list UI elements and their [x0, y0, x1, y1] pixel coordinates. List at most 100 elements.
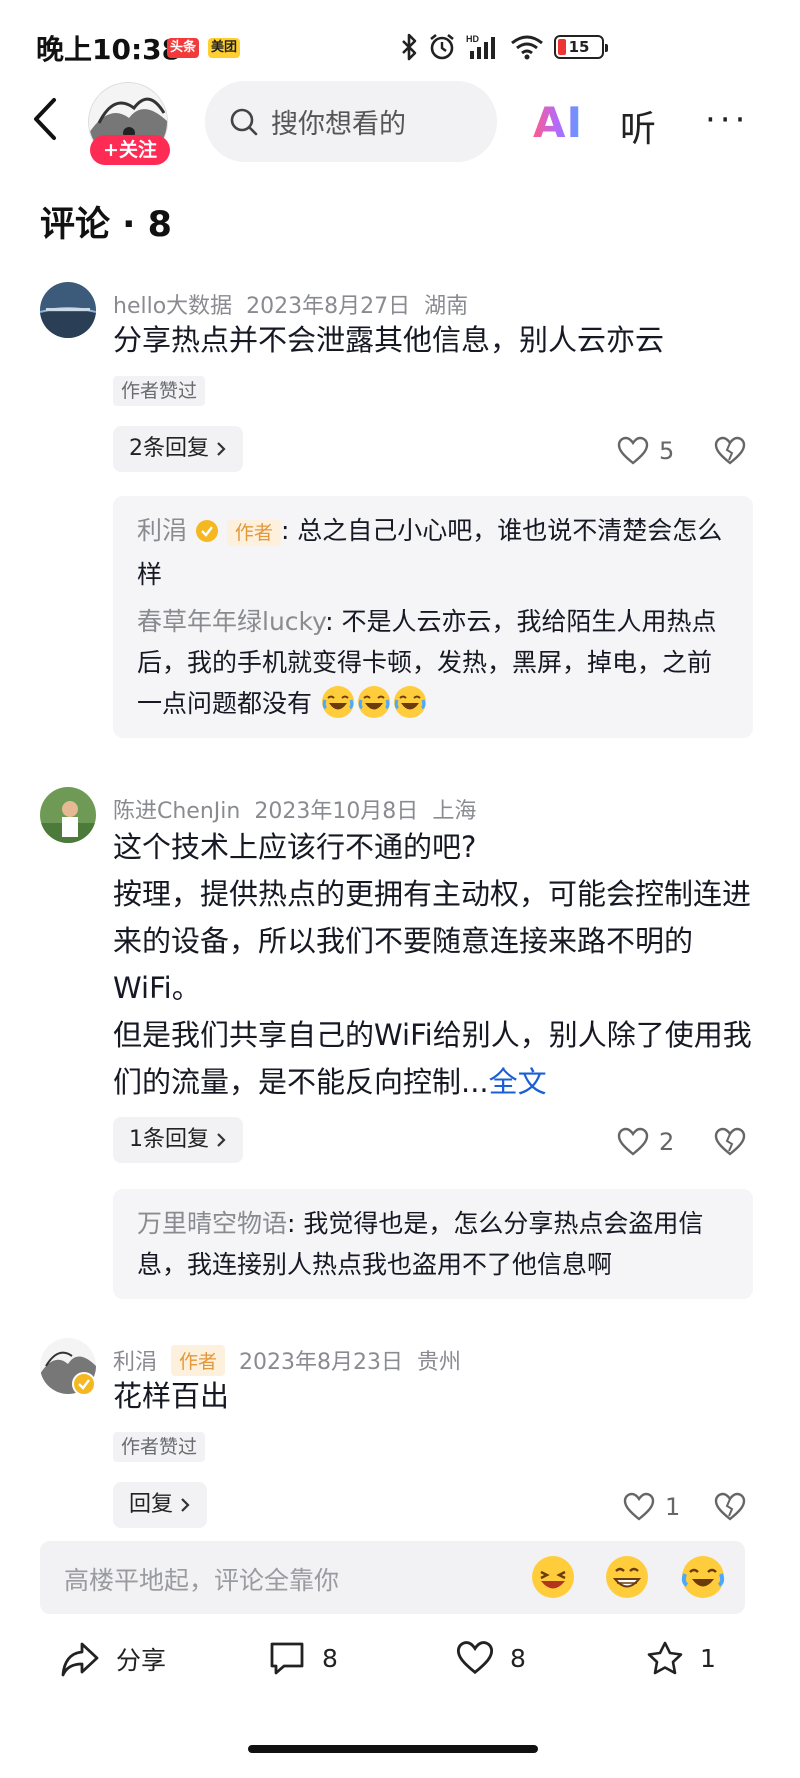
svg-text:HD: HD	[466, 34, 479, 44]
like-button[interactable]: 5	[617, 436, 674, 466]
reply-item: 利涓 作者: 总之自己小心吧，谁也说不清楚会怎么样	[137, 510, 729, 595]
comment-meta: 利涓 作者 2023年8月23日 贵州	[113, 1344, 461, 1376]
like-post-button[interactable]: 8	[456, 1640, 526, 1676]
status-bar: 晚上10:38 头条 美团 HD 15	[0, 0, 800, 90]
comment-meta: 陈进ChenJin 2023年10月8日 上海	[113, 793, 476, 825]
battery-level: 15	[568, 38, 590, 56]
like-button[interactable]: 2	[617, 1127, 674, 1157]
comment-username[interactable]: 陈进ChenJin	[113, 793, 240, 825]
comment-text[interactable]: 分享热点并不会泄露其他信息，别人云亦云	[113, 319, 753, 361]
like-button[interactable]: 1	[623, 1492, 680, 1522]
reply-button[interactable]: 回复	[113, 1482, 208, 1528]
author-tag: 作者	[226, 520, 281, 546]
reply-label: 回复	[129, 1492, 174, 1517]
author-avatar[interactable]: +关注	[88, 82, 170, 165]
comment-count: 8	[322, 1643, 338, 1673]
view-replies-label: 2条回复	[129, 436, 209, 461]
top-nav: +关注 搜你想看的 AI 听 ···	[0, 78, 800, 168]
reply-item: 春草年年绿lucky: 不是人云亦云，我给陌生人用热点后，我的手机就变得卡顿，发…	[137, 601, 729, 724]
ai-button[interactable]: AI	[533, 98, 583, 147]
comment-username[interactable]: 利涓	[113, 1344, 157, 1376]
chevron-right-icon	[217, 442, 226, 456]
author-liked-tag: 作者赞过	[113, 376, 206, 406]
back-button[interactable]	[30, 96, 70, 148]
heart-icon	[456, 1641, 494, 1675]
comment-text-line: 按理，提供热点的更拥有主动权，可能会控制连进来的设备，所以我们不要随意连接来路不…	[113, 877, 752, 1005]
bottom-action-bar: 分享 8 8 1	[0, 1630, 800, 1698]
comment-input-placeholder: 高楼平地起，评论全靠你	[64, 1566, 340, 1595]
search-placeholder: 搜你想看的	[271, 109, 406, 140]
comment-text[interactable]: 花样百出	[113, 1375, 753, 1417]
reply-author[interactable]: 春草年年绿lucky	[137, 607, 325, 636]
view-replies-label: 1条回复	[129, 1127, 209, 1152]
like-count: 1	[665, 1493, 681, 1521]
comment-icon	[270, 1642, 304, 1675]
home-indicator[interactable]	[248, 1745, 538, 1753]
share-button[interactable]: 分享	[60, 1640, 166, 1678]
like-post-count: 8	[510, 1643, 526, 1673]
dislike-button[interactable]	[714, 436, 746, 470]
reply-preview-box[interactable]: 利涓 作者: 总之自己小心吧，谁也说不清楚会怎么样 春草年年绿lucky: 不是…	[113, 496, 753, 738]
comment-date: 2023年10月8日	[254, 799, 419, 824]
alarm-icon	[430, 33, 454, 60]
follow-button[interactable]: +关注	[90, 135, 170, 165]
broken-heart-icon	[714, 436, 746, 465]
laughing-crying-emoji-icon	[393, 686, 426, 718]
commenter-avatar[interactable]	[40, 282, 96, 338]
reply-item: 万里晴空物语: 我觉得也是，怎么分享热点会盗用信息，我连接别人热点我也盗用不了他…	[137, 1203, 729, 1285]
verified-badge-icon	[195, 520, 218, 542]
comment-location: 贵州	[417, 1350, 462, 1375]
comment-text-line: 但是我们共享自己的WiFi给别人，别人除了使用我们的流量，是不能反向控制...全…	[113, 1018, 752, 1099]
comments-title: 评论 · 8	[40, 205, 173, 245]
broken-heart-icon	[714, 1127, 746, 1156]
reply-author[interactable]: 万里晴空物语	[137, 1209, 287, 1238]
comment-meta: hello大数据 2023年8月27日 湖南	[113, 288, 468, 320]
heart-icon	[623, 1492, 655, 1521]
share-icon	[61, 1642, 99, 1677]
like-count: 5	[659, 437, 675, 465]
laughing-crying-emoji-icon	[357, 686, 390, 718]
more-button[interactable]: ···	[705, 100, 749, 140]
comment-text-line: 这个技术上应该行不通的吧?	[113, 830, 477, 864]
comment-text[interactable]: 这个技术上应该行不通的吧? 按理，提供热点的更拥有主动权，可能会控制连进来的设备…	[113, 824, 753, 1106]
reply-text: : 总之自己小心吧，谁也说不清楚会怎么样	[137, 516, 723, 589]
battery-icon: 15	[554, 35, 608, 59]
dislike-button[interactable]	[714, 1492, 746, 1526]
favorite-count: 1	[700, 1643, 716, 1673]
chevron-right-icon	[217, 1133, 226, 1147]
view-replies-button[interactable]: 1条回复	[113, 1117, 243, 1163]
search-input[interactable]: 搜你想看的	[205, 81, 497, 162]
verified-badge-icon	[72, 1372, 96, 1396]
full-text-link[interactable]: 全文	[489, 1065, 547, 1099]
heart-icon	[617, 436, 649, 465]
reply-preview-box[interactable]: 万里晴空物语: 我觉得也是，怎么分享热点会盗用信息，我连接别人热点我也盗用不了他…	[113, 1189, 753, 1299]
star-icon	[647, 1641, 683, 1675]
broken-heart-icon	[714, 1492, 746, 1521]
laughing-crying-emoji-icon	[321, 686, 354, 718]
status-time: 晚上10:38	[36, 33, 182, 66]
favorite-button[interactable]: 1	[646, 1640, 716, 1676]
comment-input[interactable]: 高楼平地起，评论全靠你	[40, 1541, 745, 1614]
comment-location: 上海	[432, 799, 477, 824]
meituan-badge-icon: 美团	[208, 38, 241, 58]
comment-date: 2023年8月27日	[246, 294, 411, 319]
commenter-avatar[interactable]	[40, 787, 96, 843]
status-icons: HD 15	[400, 30, 608, 64]
comment-location: 湖南	[424, 294, 469, 319]
comment-date: 2023年8月23日	[239, 1350, 404, 1375]
laughing-crying-emoji-icon[interactable]	[680, 1554, 726, 1600]
view-replies-button[interactable]: 2条回复	[113, 426, 243, 472]
like-count: 2	[659, 1128, 675, 1156]
grinning-emoji-icon[interactable]	[604, 1554, 650, 1600]
comment-button[interactable]: 8	[268, 1640, 338, 1676]
laughing-emoji-icon[interactable]	[530, 1554, 576, 1600]
signal-icon: HD	[466, 34, 495, 59]
dislike-button[interactable]	[714, 1127, 746, 1161]
heart-icon	[617, 1127, 649, 1156]
search-icon	[230, 108, 258, 135]
listen-button[interactable]: 听	[620, 100, 656, 152]
reply-author[interactable]: 利涓	[137, 516, 187, 545]
bluetooth-icon	[402, 33, 417, 61]
comment-username[interactable]: hello大数据	[113, 288, 232, 320]
toutiao-badge-icon: 头条	[167, 38, 200, 58]
